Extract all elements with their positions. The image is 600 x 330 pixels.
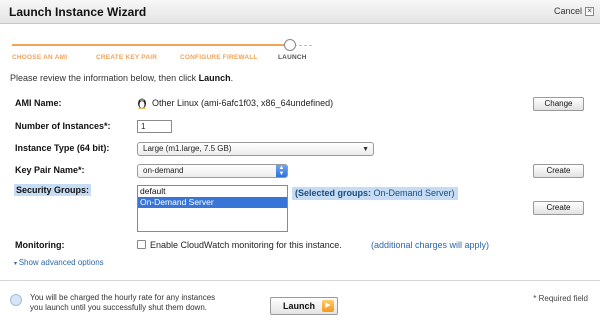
- required-field-note: * Required field: [533, 294, 588, 303]
- instances-input[interactable]: 1: [137, 120, 172, 133]
- billing-note: You will be charged the hourly rate for …: [30, 293, 216, 312]
- select-arrows-icon: ▲ ▼: [276, 165, 287, 177]
- key-pair-select[interactable]: on-demand ▲ ▼: [137, 164, 288, 178]
- cloudwatch-checkbox-text[interactable]: Enable CloudWatch monitoring for this in…: [150, 240, 342, 250]
- wizard-titlebar: Launch Instance Wizard Cancel ✕: [0, 0, 600, 24]
- additional-charges-link[interactable]: (additional charges will apply): [371, 240, 489, 250]
- intro-text-main: Please review the information below, the…: [10, 73, 199, 83]
- cancel-label: Cancel: [553, 6, 582, 16]
- info-icon: [10, 294, 22, 306]
- intro-text-bold: Launch: [198, 73, 231, 83]
- step-configure-firewall[interactable]: CONFIGURE FIREWALL: [180, 54, 258, 61]
- security-groups-listbox[interactable]: default On-Demand Server: [137, 185, 288, 232]
- current-step-marker: [284, 39, 296, 51]
- selected-groups-prefix: (Selected groups:: [295, 188, 372, 198]
- wizard-steps: CHOOSE AN AMI CREATE KEY PAIR CONFIGURE …: [12, 38, 312, 68]
- selected-groups-summary: (Selected groups: On-Demand Server): [292, 187, 458, 200]
- key-pair-value: on-demand: [143, 166, 184, 175]
- ami-name-label: AMI Name:: [15, 98, 62, 108]
- key-pair-label: Key Pair Name*:: [15, 165, 85, 175]
- monitoring-label: Monitoring:: [15, 240, 65, 250]
- step-launch: LAUNCH: [278, 54, 307, 61]
- launch-button[interactable]: Launch ▶: [270, 297, 338, 315]
- show-advanced-options-label: Show advanced options: [18, 258, 104, 267]
- wizard-title: Launch Instance Wizard: [9, 5, 147, 19]
- steps-progress: [12, 44, 287, 46]
- security-groups-label: Security Groups:: [14, 184, 92, 196]
- instance-type-value: Large (m1.large, 7.5 GB): [143, 144, 232, 153]
- instance-type-label: Instance Type (64 bit):: [15, 143, 110, 153]
- selected-groups-value: On-Demand Server): [371, 188, 455, 198]
- instance-type-select[interactable]: Large (m1.large, 7.5 GB) ▼: [137, 142, 374, 156]
- linux-penguin-icon: [137, 97, 147, 109]
- create-security-group-button[interactable]: Create: [533, 201, 584, 215]
- intro-text-suffix: .: [230, 73, 234, 83]
- change-ami-button[interactable]: Change: [533, 97, 584, 111]
- intro-text: Please review the information below, the…: [10, 73, 233, 83]
- chevron-down-icon: ▼: [362, 146, 369, 153]
- close-icon[interactable]: ✕: [585, 6, 594, 16]
- cloudwatch-checkbox[interactable]: [137, 240, 146, 249]
- launch-button-label: Launch: [283, 301, 316, 311]
- show-advanced-options-link[interactable]: ▾ Show advanced options: [14, 258, 104, 267]
- ami-name-value: Other Linux (ami-6afc1f03, x86_64undefin…: [152, 98, 334, 108]
- play-arrow-icon: ▶: [322, 300, 334, 312]
- security-group-option-default[interactable]: default: [138, 186, 287, 197]
- create-key-pair-button[interactable]: Create: [533, 164, 584, 178]
- step-create-key-pair[interactable]: CREATE KEY PAIR: [96, 54, 157, 61]
- instances-label: Number of Instances*:: [15, 121, 111, 131]
- step-choose-ami[interactable]: CHOOSE AN AMI: [12, 54, 67, 61]
- footer-divider: [0, 280, 600, 281]
- security-group-option-on-demand-server[interactable]: On-Demand Server: [138, 197, 287, 208]
- cancel-button[interactable]: Cancel ✕: [554, 6, 594, 16]
